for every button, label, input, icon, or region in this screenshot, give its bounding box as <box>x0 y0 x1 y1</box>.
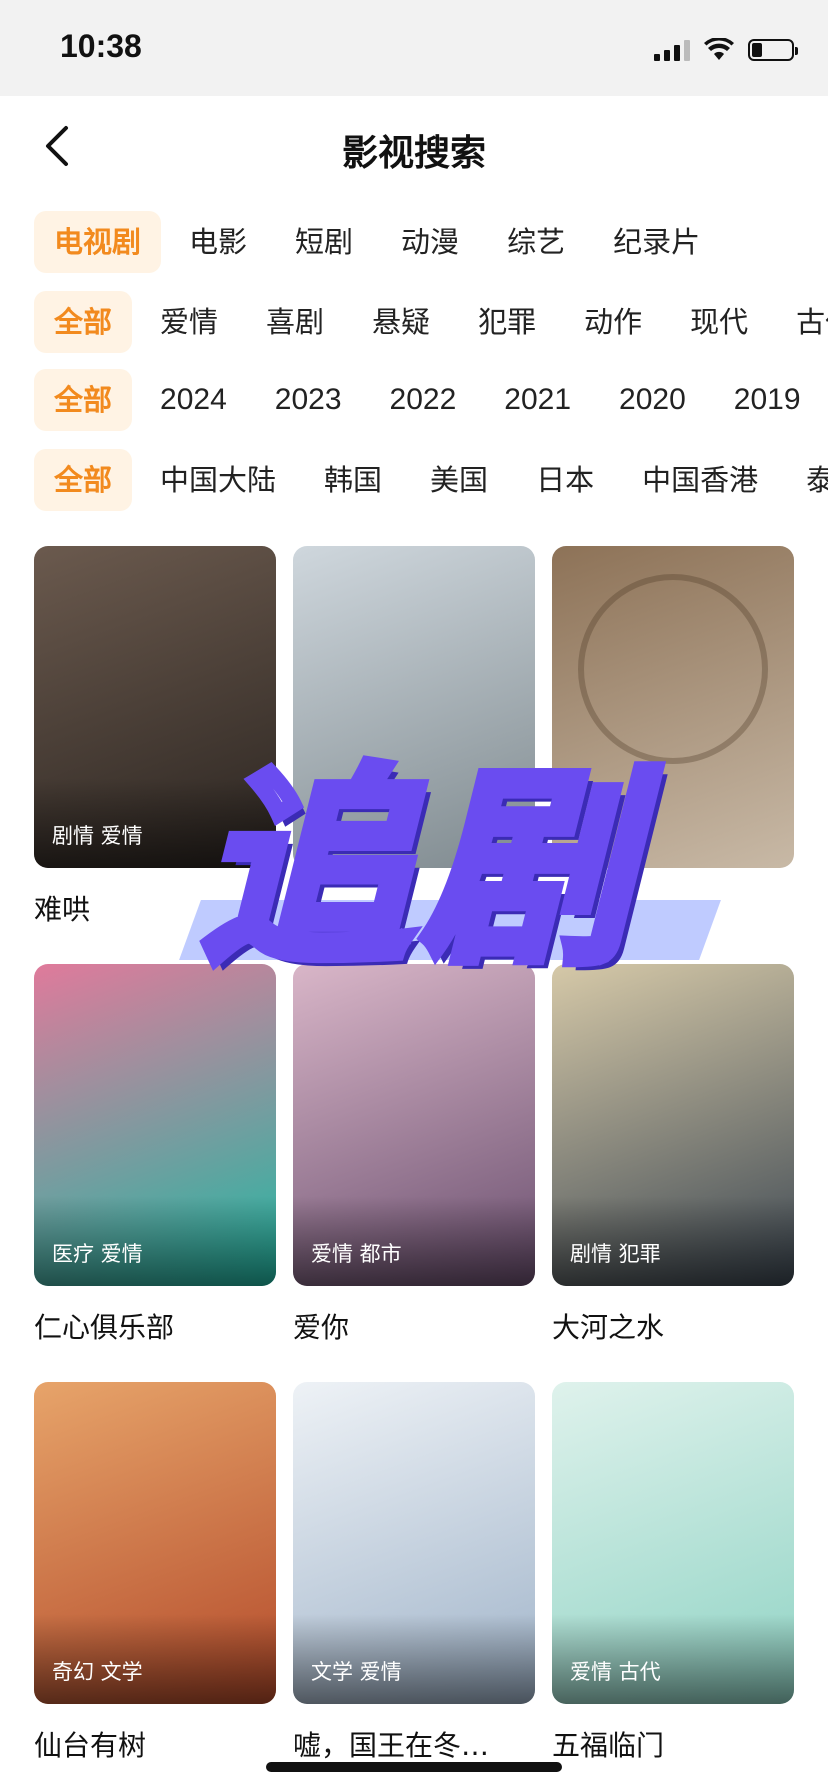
filter-row-genre: 全部 爱情 喜剧 悬疑 犯罪 动作 现代 古代 <box>34 290 828 354</box>
filter-row-year: 全部 2024 2023 2022 2021 2020 2019 20 <box>34 368 828 432</box>
chip-genre[interactable]: 悬疑 <box>352 291 450 353</box>
chip-region[interactable]: 全部 <box>34 449 133 511</box>
card-title[interactable]: 仙台有树 <box>34 1724 276 1764</box>
chip-genre[interactable]: 全部 <box>34 291 133 353</box>
battery-icon <box>748 39 798 61</box>
promo-overlay: 追剧 <box>170 740 730 1020</box>
poster-tags: 爱情 都市 <box>311 1242 402 1266</box>
card-title[interactable]: 仁心俱乐部 <box>34 1306 276 1346</box>
drama-card[interactable]: 爱情 古代 五福临门 <box>552 1382 794 1764</box>
chip-type[interactable]: 短剧 <box>275 211 373 273</box>
chip-year[interactable]: 2019 <box>714 369 821 431</box>
chip-region[interactable]: 美国 <box>410 449 508 511</box>
status-time: 10:38 <box>60 28 142 64</box>
chip-type[interactable]: 动漫 <box>381 211 479 273</box>
chip-genre[interactable]: 动作 <box>564 291 662 353</box>
chip-year[interactable]: 2024 <box>140 369 247 431</box>
drama-card[interactable]: 奇幻 文学 仙台有树 <box>34 1382 276 1764</box>
poster-tags: 医疗 爱情 <box>52 1242 143 1266</box>
chip-type[interactable]: 纪录片 <box>593 211 720 273</box>
chip-genre[interactable]: 犯罪 <box>458 291 556 353</box>
poster-tags: 爱情 古代 <box>570 1660 661 1684</box>
poster-tags: 奇幻 文学 <box>52 1660 143 1684</box>
poster-image[interactable]: 爱情 古代 <box>552 1382 794 1704</box>
drama-card[interactable]: 医疗 爱情 仁心俱乐部 <box>34 964 276 1346</box>
chip-type[interactable]: 电影 <box>169 211 267 273</box>
poster-image[interactable]: 奇幻 文学 <box>34 1382 276 1704</box>
home-indicator <box>266 1762 562 1772</box>
wifi-icon <box>704 38 734 60</box>
chip-region[interactable]: 日本 <box>516 449 614 511</box>
chip-region[interactable]: 韩国 <box>304 449 402 511</box>
status-icons <box>654 36 798 64</box>
chip-year[interactable]: 2020 <box>599 369 706 431</box>
overlay-text: 追剧 <box>195 742 641 997</box>
chip-type[interactable]: 综艺 <box>487 211 585 273</box>
chip-year[interactable]: 2023 <box>255 369 362 431</box>
card-title[interactable]: 嘘，国王在冬… <box>293 1724 535 1764</box>
chip-year[interactable]: 2022 <box>370 369 477 431</box>
card-title[interactable]: 爱你 <box>293 1306 535 1346</box>
chip-region[interactable]: 泰国 <box>786 449 828 511</box>
chip-year[interactable]: 全部 <box>34 369 133 431</box>
poster-image[interactable]: 文学 爱情 <box>293 1382 535 1704</box>
chip-genre[interactable]: 喜剧 <box>246 291 344 353</box>
chip-genre[interactable]: 古代 <box>776 291 828 353</box>
poster-tags: 文学 爱情 <box>311 1660 402 1684</box>
chip-type[interactable]: 电视剧 <box>34 211 162 273</box>
drama-card[interactable]: 文学 爱情 嘘，国王在冬… <box>293 1382 535 1764</box>
drama-card[interactable]: 爱情 都市 爱你 <box>293 964 535 1346</box>
nav-bar: 影视搜索 <box>0 96 828 196</box>
card-title[interactable]: 大河之水 <box>552 1306 794 1346</box>
filter-row-region: 全部 中国大陆 韩国 美国 日本 中国香港 泰国 <box>34 448 828 512</box>
status-bar: 10:38 <box>0 0 828 96</box>
filter-row-type: 电视剧 电影 短剧 动漫 综艺 纪录片 <box>34 210 728 274</box>
page-title: 影视搜索 <box>341 133 486 174</box>
chip-genre[interactable]: 爱情 <box>140 291 238 353</box>
chip-genre[interactable]: 现代 <box>670 291 768 353</box>
poster-tags: 剧情 犯罪 <box>570 1242 661 1266</box>
drama-card[interactable]: 剧情 犯罪 大河之水 <box>552 964 794 1346</box>
chip-region[interactable]: 中国大陆 <box>140 449 296 511</box>
cellular-signal-icon <box>654 39 690 61</box>
poster-tags: 剧情 爱情 <box>52 824 143 848</box>
card-title[interactable]: 五福临门 <box>552 1724 794 1764</box>
chip-year[interactable]: 2021 <box>484 369 591 431</box>
chip-region[interactable]: 中国香港 <box>622 449 778 511</box>
